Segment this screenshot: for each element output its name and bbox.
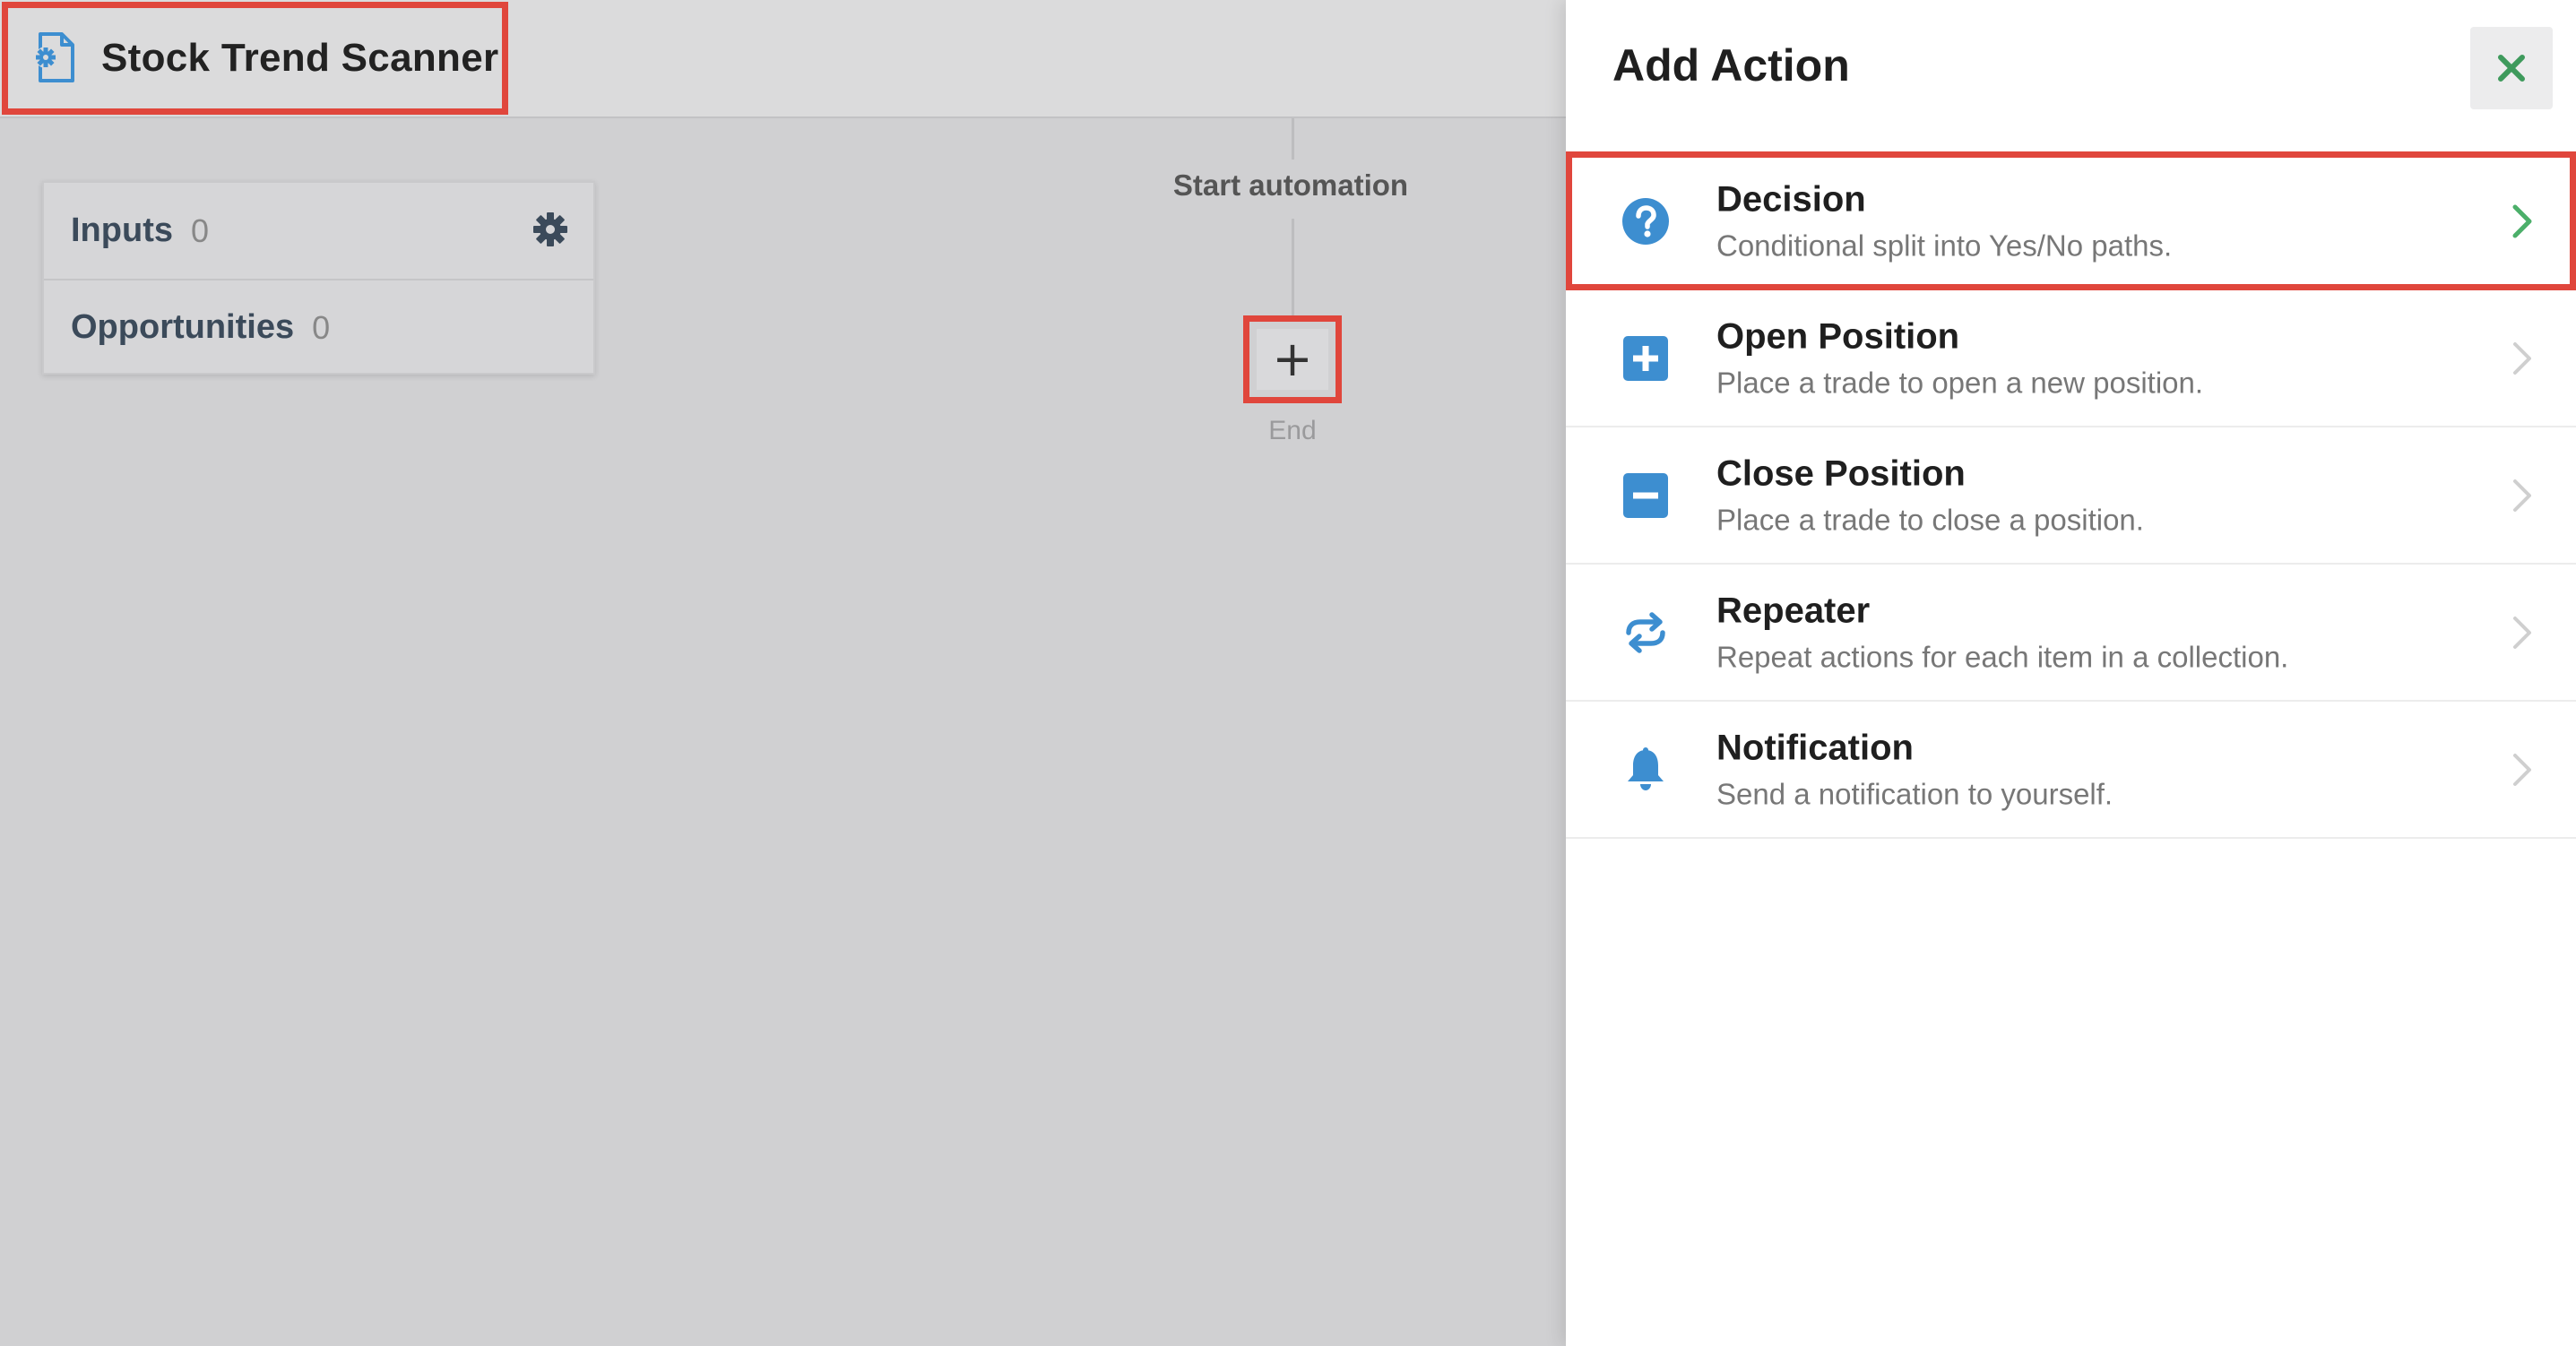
close-icon (2498, 55, 2525, 82)
app-title: Stock Trend Scanner (101, 36, 499, 80)
opportunities-label: Opportunities (71, 308, 295, 346)
action-name: Notification (1716, 728, 1914, 767)
inputs-opportunities-card: Inputs 0 Opportunities 0 (42, 181, 595, 375)
flow-connector-middle (1292, 219, 1294, 315)
action-text-open-position: Open Position Place a trade to open a ne… (1716, 316, 2203, 400)
add-action-panel: Add Action Decision Conditional split in… (1566, 0, 2576, 1346)
action-text-close-position: Close Position Place a trade to close a … (1716, 453, 2144, 537)
action-item-decision[interactable]: Decision Conditional split into Yes/No p… (1566, 151, 2576, 290)
action-description: Place a trade to open a new position. (1716, 366, 2204, 399)
inputs-count: 0 (190, 211, 210, 249)
add-step-button[interactable]: + (1257, 329, 1328, 390)
action-item-repeater[interactable]: Repeater Repeat actions for each item in… (1566, 565, 2576, 702)
action-item-open-position[interactable]: Open Position Place a trade to open a ne… (1566, 290, 2576, 427)
automation-canvas: Stock Trend Scanner Inputs 0 Opportuniti… (0, 0, 1566, 1346)
question-circle-icon (1622, 197, 1669, 245)
plus-square-icon (1623, 335, 1668, 381)
chevron-right-icon (2513, 479, 2531, 512)
action-text-notification: Notification Send a notification to your… (1716, 728, 2113, 811)
gear-icon[interactable] (532, 211, 568, 247)
chevron-right-icon (2513, 753, 2531, 786)
opportunities-count: 0 (312, 308, 331, 346)
action-description: Send a notification to yourself. (1716, 777, 2114, 810)
top-bar: Stock Trend Scanner (0, 0, 1566, 118)
inputs-label: Inputs (71, 211, 173, 249)
chevron-right-icon (2512, 204, 2532, 237)
action-text-decision: Decision Conditional split into Yes/No p… (1716, 179, 2172, 263)
flow-connector-top (1292, 118, 1294, 160)
action-name: Repeater (1716, 591, 1871, 630)
action-item-close-position[interactable]: Close Position Place a trade to close a … (1566, 427, 2576, 565)
gear-document-icon (35, 32, 74, 82)
repeat-icon (1626, 611, 1665, 653)
inputs-row[interactable]: Inputs 0 (44, 183, 593, 279)
minus-square-icon (1623, 472, 1668, 518)
add-step-highlight: + (1243, 315, 1342, 403)
start-automation-label: Start automation (1172, 168, 1409, 202)
action-item-notification[interactable]: Notification Send a notification to your… (1566, 702, 2576, 839)
action-description: Conditional split into Yes/No paths. (1716, 229, 2173, 262)
action-name: Close Position (1716, 453, 1966, 493)
panel-title: Add Action (1612, 40, 1850, 91)
action-name: Open Position (1716, 316, 1960, 356)
action-text-repeater: Repeater Repeat actions for each item in… (1716, 591, 2288, 674)
end-label: End (1268, 416, 1317, 445)
close-button[interactable] (2470, 27, 2553, 109)
panel-header: Add Action (1566, 0, 2576, 148)
opportunities-row[interactable]: Opportunities 0 (44, 279, 593, 375)
action-name: Decision (1716, 179, 1866, 219)
chevron-right-icon (2513, 616, 2531, 649)
bell-icon (1628, 746, 1664, 790)
action-description: Repeat actions for each item in a collec… (1716, 640, 2289, 673)
action-description: Place a trade to close a position. (1716, 503, 2144, 536)
chevron-right-icon (2513, 341, 2531, 375)
app-title-box[interactable]: Stock Trend Scanner (2, 2, 508, 115)
